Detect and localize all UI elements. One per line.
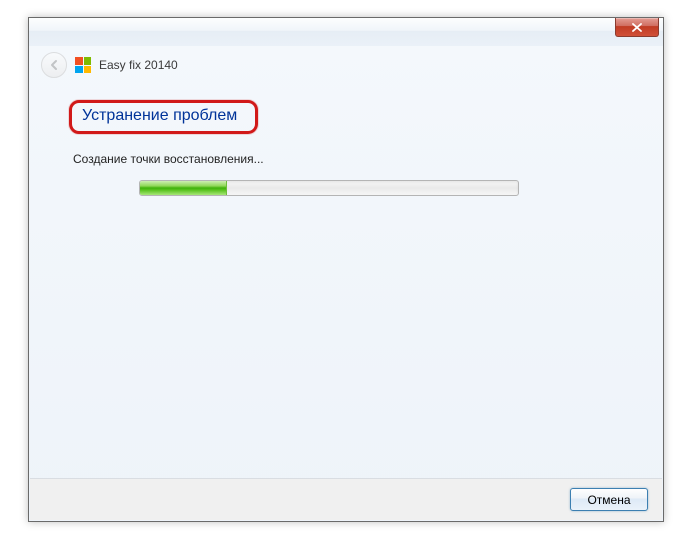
content-area: Устранение проблем Создание точки восста… [29, 82, 663, 196]
arrow-left-icon [47, 58, 61, 72]
close-button[interactable] [615, 18, 659, 37]
wizard-window: Easy fix 20140 Устранение проблем Создан… [28, 17, 664, 522]
progress-bar [139, 180, 519, 196]
back-button[interactable] [41, 52, 67, 78]
status-text: Создание точки восстановления... [73, 152, 623, 166]
page-heading: Устранение проблем [82, 107, 237, 124]
close-icon [632, 23, 642, 32]
cancel-button[interactable]: Отмена [570, 488, 648, 511]
microsoft-logo-icon [75, 57, 91, 73]
header-row: Easy fix 20140 [29, 46, 663, 82]
progress-fill [140, 181, 227, 195]
heading-highlight: Устранение проблем [69, 100, 258, 134]
app-title: Easy fix 20140 [99, 58, 178, 72]
titlebar [29, 18, 663, 46]
footer: Отмена [30, 478, 662, 520]
